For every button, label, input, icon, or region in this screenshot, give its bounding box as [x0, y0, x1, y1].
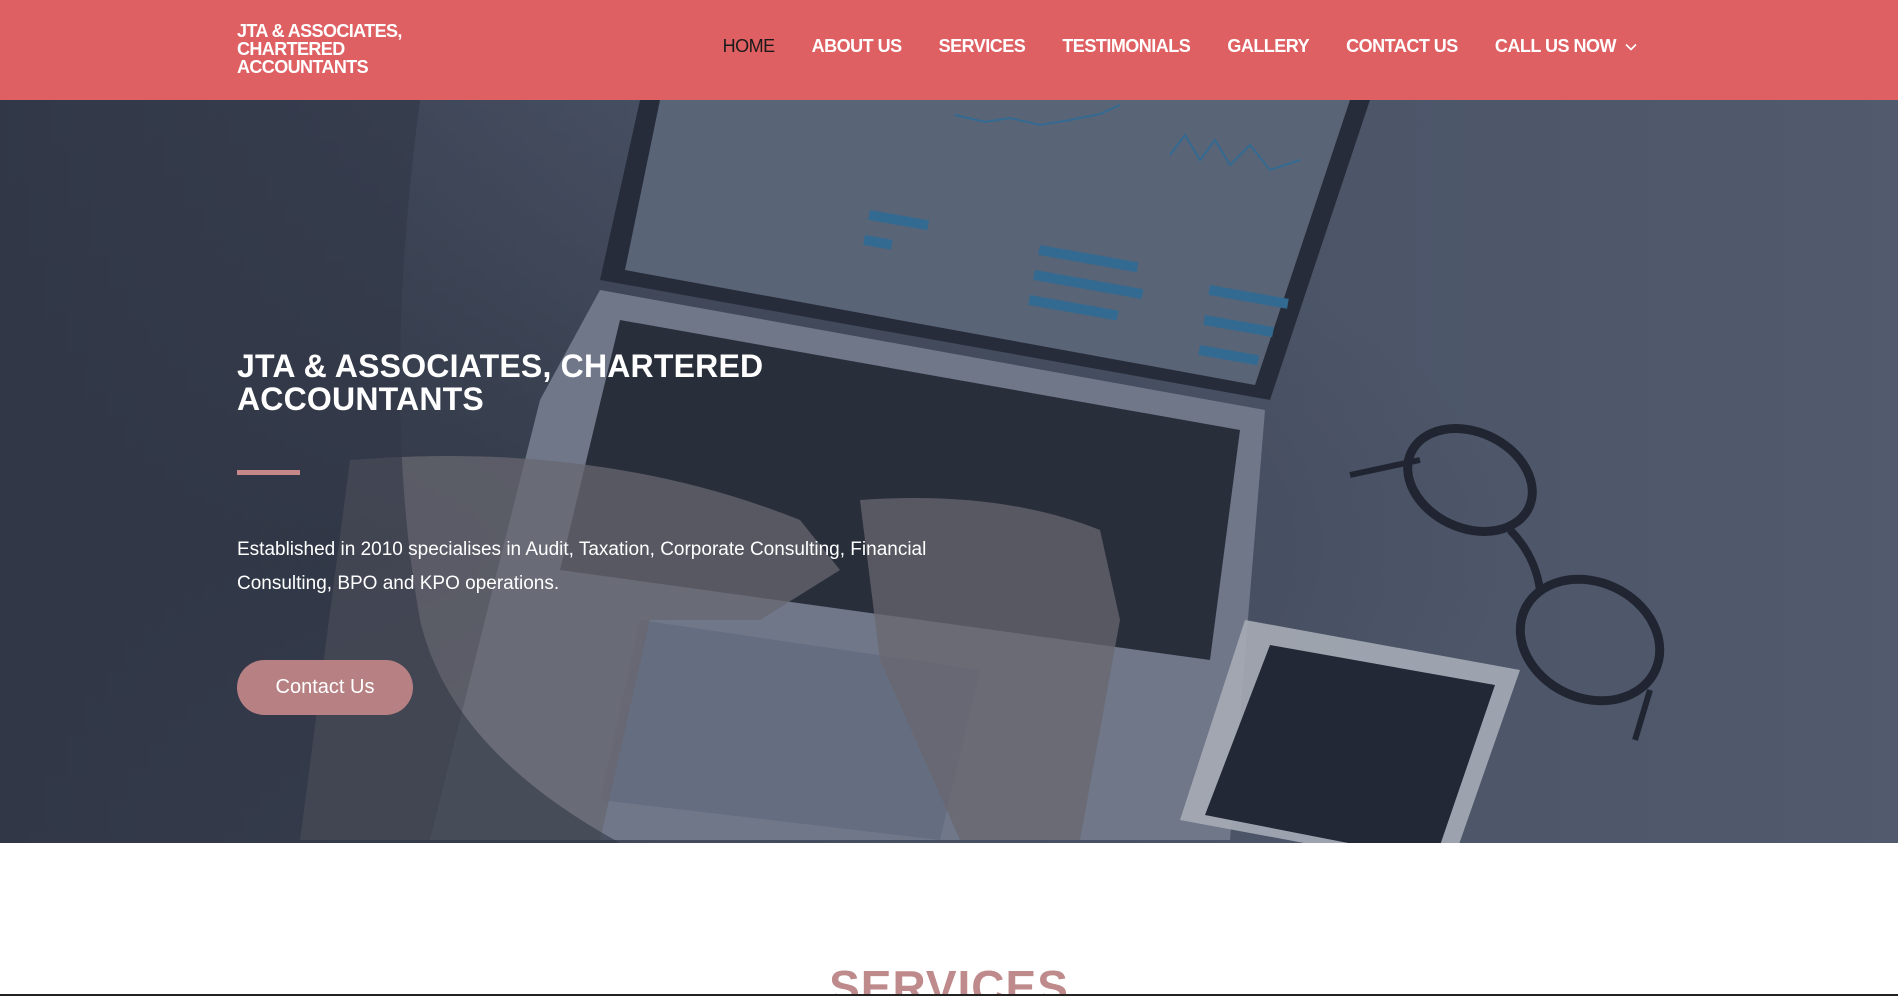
nav-call-us-now[interactable]: CALL US NOW [1495, 36, 1638, 57]
hero-title: JTA & ASSOCIATES, CHARTERED ACCOUNTANTS [237, 348, 764, 417]
nav-call-us-now-label: CALL US NOW [1494, 36, 1617, 56]
nav-home[interactable]: HOME [723, 36, 776, 57]
hero-divider [237, 470, 300, 475]
main-nav: HOME ABOUT US SERVICES TESTIMONIALS GALL… [686, 36, 1638, 57]
site-logo[interactable]: JTA & ASSOCIATES, CHARTERED ACCOUNTANTS [237, 22, 437, 76]
services-heading: SERVICES [829, 961, 1069, 996]
contact-us-button[interactable]: Contact Us [237, 660, 413, 715]
hero-section: JTA & ASSOCIATES, CHARTERED ACCOUNTANTS … [0, 100, 1898, 843]
site-header: JTA & ASSOCIATES, CHARTERED ACCOUNTANTS … [0, 0, 1898, 100]
nav-contact-us[interactable]: CONTACT US [1346, 36, 1458, 57]
nav-gallery[interactable]: GALLERY [1227, 36, 1309, 57]
chevron-down-icon [1625, 43, 1637, 51]
hero-description: Established in 2010 specialises in Audit… [237, 539, 927, 594]
nav-testimonials[interactable]: TESTIMONIALS [1062, 36, 1191, 57]
nav-services[interactable]: SERVICES [939, 36, 1026, 57]
nav-about-us[interactable]: ABOUT US [812, 36, 903, 57]
